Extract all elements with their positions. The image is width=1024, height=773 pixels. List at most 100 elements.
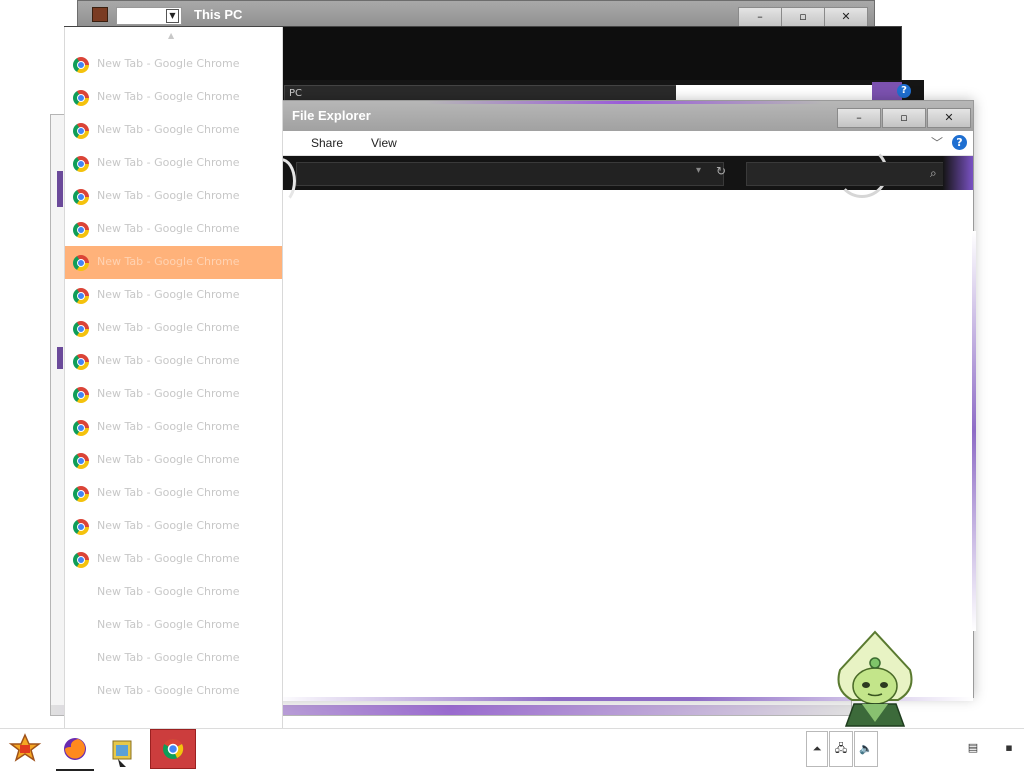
taskbar: ⏶ 🖧 🔈 ▤ ▪ xyxy=(0,728,1024,771)
taskbar-firefox[interactable] xyxy=(56,729,94,771)
window-list-item[interactable]: New Tab - Google Chrome xyxy=(65,279,282,312)
chrome-icon xyxy=(73,321,89,337)
address-bar[interactable] xyxy=(296,162,724,186)
maximize-button[interactable]: ▫ xyxy=(781,7,825,27)
window-list-item[interactable]: New Tab - Google Chrome xyxy=(65,114,282,147)
chrome-icon xyxy=(73,288,89,304)
window-list-item-label: New Tab - Google Chrome xyxy=(97,552,240,565)
maximize-button[interactable]: ▫ xyxy=(882,108,926,128)
chrome-window-list: ▲ New Tab - Google Chrome New Tab - Googl… xyxy=(64,27,283,728)
window-list-item-label: New Tab - Google Chrome xyxy=(97,123,240,136)
window-list-item[interactable]: New Tab - Google Chrome xyxy=(65,543,282,576)
chevron-down-icon[interactable]: ▼ xyxy=(166,9,179,23)
quick-access-dropdown[interactable]: ▼ xyxy=(116,7,182,25)
window-list-item[interactable]: New Tab - Google Chrome xyxy=(65,378,282,411)
scroll-up-icon[interactable]: ▲ xyxy=(168,31,174,40)
minimize-button[interactable]: – xyxy=(738,7,782,27)
search-box[interactable] xyxy=(676,85,872,100)
window-list-item[interactable]: New Tab - Google Chrome xyxy=(65,477,282,510)
file-explorer-titlebar[interactable]: File Explorer – ▫ ✕ xyxy=(276,101,973,131)
chrome-icon xyxy=(73,420,89,436)
tab-share[interactable]: Share xyxy=(311,136,343,150)
accent-stripe xyxy=(972,231,976,631)
window-list-item-label: New Tab - Google Chrome xyxy=(97,585,240,598)
expand-ribbon-icon[interactable]: ﹀ xyxy=(931,134,943,151)
window-title: File Explorer xyxy=(292,108,371,123)
tab-view[interactable]: View xyxy=(371,136,397,150)
window-list-item[interactable]: New Tab - Google Chrome xyxy=(65,576,282,609)
window-title: This PC xyxy=(194,7,243,22)
window-list-item-label: New Tab - Google Chrome xyxy=(97,321,240,334)
chrome-icon xyxy=(73,123,89,139)
folder-icon xyxy=(112,740,132,767)
chevron-up-icon: ⏶ xyxy=(812,742,822,755)
chrome-icon xyxy=(73,156,89,172)
search-input[interactable] xyxy=(746,162,950,186)
window-list-item[interactable]: New Tab - Google Chrome xyxy=(65,510,282,543)
chrome-icon xyxy=(73,255,89,271)
window-list-item-label: New Tab - Google Chrome xyxy=(97,420,240,433)
window-list-item[interactable]: New Tab - Google Chrome xyxy=(65,180,282,213)
search-icon[interactable]: ⌕ xyxy=(930,166,937,181)
volume-icon[interactable]: 🔈 xyxy=(854,731,878,767)
window-list-item-label: New Tab - Google Chrome xyxy=(97,288,240,301)
start-button[interactable] xyxy=(6,729,44,769)
chrome-icon xyxy=(73,189,89,205)
network-icon[interactable]: 🖧 xyxy=(829,731,853,767)
window-list-item-label: New Tab - Google Chrome xyxy=(97,90,240,103)
window-list-item-label: New Tab - Google Chrome xyxy=(97,57,240,70)
accent-stripe xyxy=(57,347,63,369)
window-list-item[interactable]: New Tab - Google Chrome xyxy=(65,411,282,444)
chrome-icon xyxy=(163,738,184,759)
chrome-icon xyxy=(73,453,89,469)
window-list-item-label: New Tab - Google Chrome xyxy=(97,222,240,235)
window-list-item-label: New Tab - Google Chrome xyxy=(97,453,240,466)
show-hidden-icons[interactable]: ⏶ xyxy=(806,731,828,767)
window-list-item[interactable]: New Tab - Google Chrome xyxy=(65,246,282,279)
window-list-item-label: New Tab - Google Chrome xyxy=(97,156,240,169)
window-list-item[interactable]: New Tab - Google Chrome xyxy=(65,213,282,246)
taskbar-file-explorer[interactable] xyxy=(104,729,142,769)
window-list-item-label: New Tab - Google Chrome xyxy=(97,189,240,202)
chrome-icon xyxy=(73,552,89,568)
window-list-item[interactable]: New Tab - Google Chrome xyxy=(65,312,282,345)
help-icon[interactable]: ? xyxy=(952,135,967,150)
chrome-icon xyxy=(73,519,89,535)
window-list-item-label: New Tab - Google Chrome xyxy=(97,354,240,367)
window-list-item-label: New Tab - Google Chrome xyxy=(97,618,240,631)
close-button[interactable]: ✕ xyxy=(927,108,971,128)
window-list-item[interactable]: New Tab - Google Chrome xyxy=(65,48,282,81)
window-list-item[interactable]: New Tab - Google Chrome xyxy=(65,609,282,642)
this-pc-app-icon xyxy=(92,7,108,22)
chrome-icon xyxy=(73,90,89,106)
window-list-item[interactable]: New Tab - Google Chrome xyxy=(65,81,282,114)
window-list-item[interactable]: New Tab - Google Chrome xyxy=(65,675,282,708)
chevron-down-icon[interactable]: ▾ xyxy=(696,165,701,176)
window-list-item-label: New Tab - Google Chrome xyxy=(97,255,240,268)
window-list-item[interactable]: New Tab - Google Chrome xyxy=(65,345,282,378)
refresh-icon[interactable]: ↻ xyxy=(716,164,726,178)
clock[interactable] xyxy=(879,731,951,767)
chrome-icon xyxy=(73,57,89,73)
accent-stripe xyxy=(57,171,63,207)
address-toolbar: ▾ ↻ ⌕ xyxy=(266,146,973,204)
window-list-item[interactable]: New Tab - Google Chrome xyxy=(65,642,282,675)
chrome-icon xyxy=(73,387,89,403)
help-icon[interactable]: ? xyxy=(897,84,911,98)
window-list-item-label: New Tab - Google Chrome xyxy=(97,486,240,499)
file-explorer-window: File Explorer – ▫ ✕ Share View ﹀ ? ▾ ↻ ⌕ xyxy=(266,100,976,701)
chrome-icon xyxy=(73,486,89,502)
window-list-item-label: New Tab - Google Chrome xyxy=(97,684,240,697)
show-desktop-icon[interactable]: ▪ xyxy=(996,731,1022,767)
window-list-item-label: New Tab - Google Chrome xyxy=(97,387,240,400)
window-list-item[interactable]: New Tab - Google Chrome xyxy=(65,444,282,477)
accent-block xyxy=(943,156,973,190)
close-button[interactable]: ✕ xyxy=(824,7,868,27)
window-list-item[interactable]: New Tab - Google Chrome xyxy=(65,147,282,180)
window-list-item-label: New Tab - Google Chrome xyxy=(97,519,240,532)
minimize-button[interactable]: – xyxy=(837,108,881,128)
action-center-icon[interactable]: ▤ xyxy=(955,731,991,767)
window-list-item-label: New Tab - Google Chrome xyxy=(97,651,240,664)
chrome-icon xyxy=(73,354,89,370)
taskbar-chrome[interactable] xyxy=(150,729,196,769)
